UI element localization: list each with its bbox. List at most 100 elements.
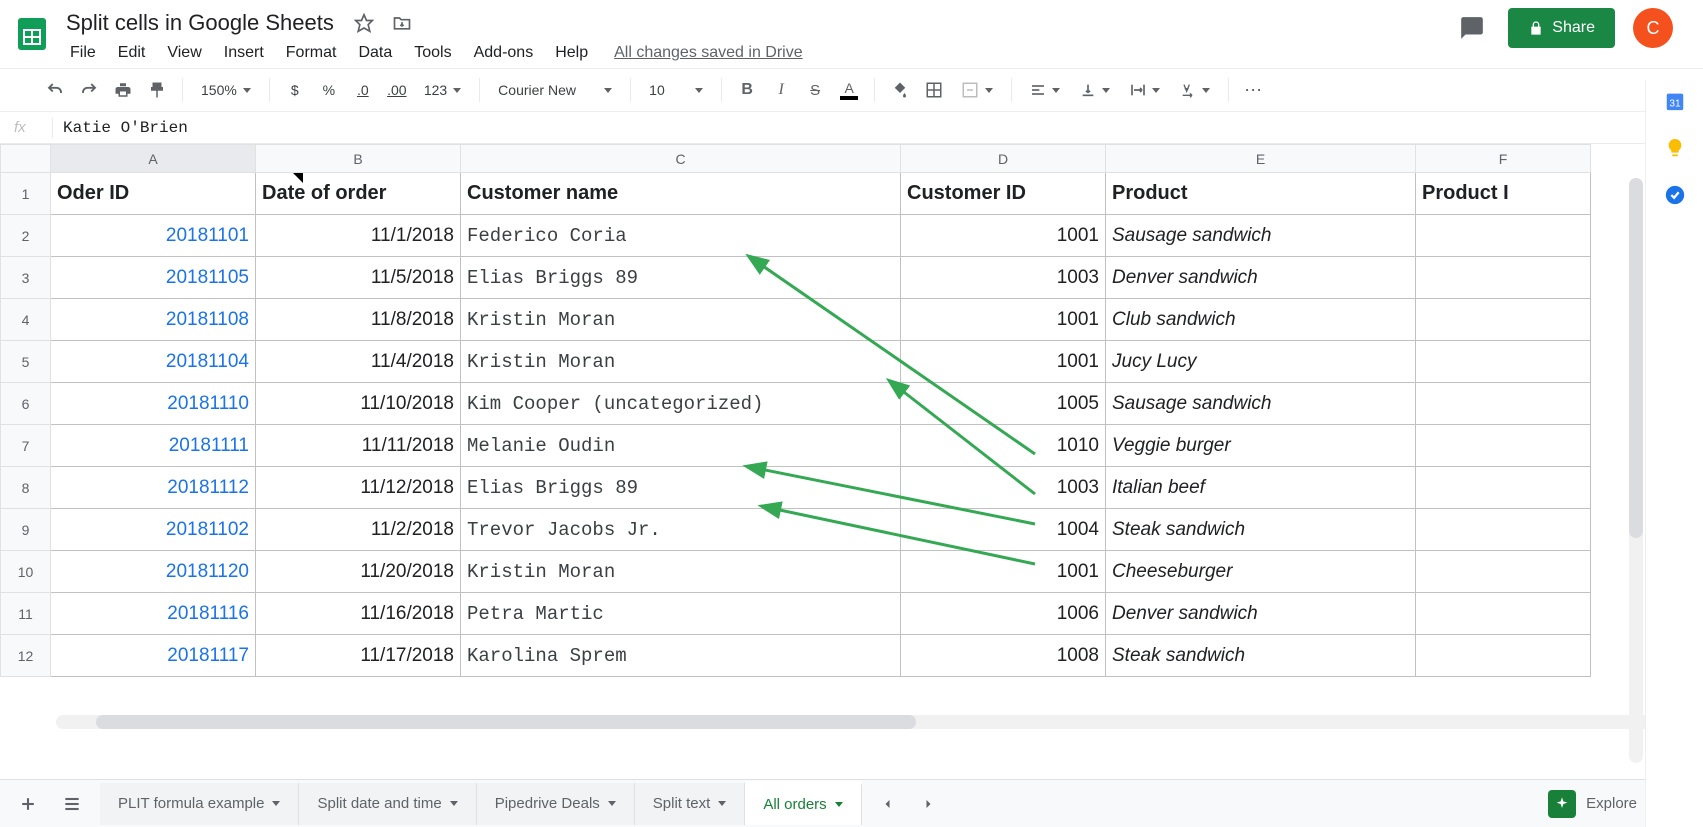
cell[interactable]: 11/4/2018: [256, 341, 461, 383]
menu-format[interactable]: Format: [276, 40, 347, 66]
column-header-C[interactable]: C: [461, 145, 901, 173]
cell[interactable]: 20181110: [51, 383, 256, 425]
cell[interactable]: Jucy Lucy: [1106, 341, 1416, 383]
tab-menu-icon[interactable]: [450, 801, 458, 806]
header-cell[interactable]: Product: [1106, 173, 1416, 215]
cell[interactable]: Cheeseburger: [1106, 551, 1416, 593]
tab-menu-icon[interactable]: [608, 801, 616, 806]
sheet-tab[interactable]: Split text: [635, 783, 746, 825]
cell[interactable]: Steak sandwich: [1106, 509, 1416, 551]
cell[interactable]: Denver sandwich: [1106, 257, 1416, 299]
row-header[interactable]: 2: [1, 215, 51, 257]
move-folder-icon[interactable]: [388, 9, 416, 37]
cell[interactable]: 1004: [901, 509, 1106, 551]
cell[interactable]: 11/5/2018: [256, 257, 461, 299]
more-toolbar-button[interactable]: ⋯: [1239, 75, 1269, 105]
comments-icon[interactable]: [1454, 10, 1490, 46]
cell[interactable]: 20181108: [51, 299, 256, 341]
percent-format-button[interactable]: %: [314, 75, 344, 105]
grid[interactable]: ABCDEF 1Oder IDDate of orderCustomer nam…: [0, 144, 1703, 779]
v-align-button[interactable]: [1072, 75, 1118, 105]
decrease-decimal-button[interactable]: .0: [348, 75, 378, 105]
cell[interactable]: [1416, 215, 1591, 257]
row-header[interactable]: 3: [1, 257, 51, 299]
menu-tools[interactable]: Tools: [404, 40, 461, 66]
cell[interactable]: Sausage sandwich: [1106, 215, 1416, 257]
cell[interactable]: [1416, 341, 1591, 383]
text-rotate-button[interactable]: [1172, 75, 1218, 105]
cell[interactable]: 1001: [901, 551, 1106, 593]
cell[interactable]: 1003: [901, 467, 1106, 509]
cell[interactable]: Kim Cooper (uncategorized): [461, 383, 901, 425]
sheet-tab[interactable]: Pipedrive Deals: [477, 783, 635, 825]
row-header[interactable]: 5: [1, 341, 51, 383]
cell[interactable]: 11/12/2018: [256, 467, 461, 509]
cell[interactable]: Trevor Jacobs Jr.: [461, 509, 901, 551]
cell[interactable]: 20181105: [51, 257, 256, 299]
menu-edit[interactable]: Edit: [108, 40, 156, 66]
italic-button[interactable]: I: [766, 75, 796, 105]
cell[interactable]: 1005: [901, 383, 1106, 425]
account-avatar[interactable]: C: [1633, 8, 1673, 48]
tab-scroll-right-icon[interactable]: [910, 786, 946, 822]
cell[interactable]: 11/16/2018: [256, 593, 461, 635]
column-header-A[interactable]: A: [51, 145, 256, 173]
row-header[interactable]: 10: [1, 551, 51, 593]
redo-icon[interactable]: [74, 75, 104, 105]
row-header[interactable]: 7: [1, 425, 51, 467]
horizontal-scrollbar[interactable]: [56, 715, 1683, 729]
print-icon[interactable]: [108, 75, 138, 105]
cell-note-indicator-icon[interactable]: [293, 173, 303, 183]
cell[interactable]: 20181116: [51, 593, 256, 635]
increase-decimal-button[interactable]: .00: [382, 75, 412, 105]
cell[interactable]: 20181104: [51, 341, 256, 383]
row-header[interactable]: 9: [1, 509, 51, 551]
currency-format-button[interactable]: $: [280, 75, 310, 105]
cell[interactable]: [1416, 299, 1591, 341]
sheet-tab[interactable]: Split date and time: [299, 783, 476, 825]
cell[interactable]: 11/10/2018: [256, 383, 461, 425]
cell[interactable]: Petra Martic: [461, 593, 901, 635]
column-header-E[interactable]: E: [1106, 145, 1416, 173]
h-align-button[interactable]: [1022, 75, 1068, 105]
cell[interactable]: 11/11/2018: [256, 425, 461, 467]
font-size-select[interactable]: 10: [641, 75, 711, 105]
tasks-addon-icon[interactable]: [1664, 184, 1686, 209]
sheets-logo-icon[interactable]: [12, 8, 52, 60]
cell[interactable]: Denver sandwich: [1106, 593, 1416, 635]
header-cell[interactable]: Oder ID: [51, 173, 256, 215]
share-button[interactable]: Share: [1508, 8, 1615, 48]
row-header[interactable]: 1: [1, 173, 51, 215]
calendar-addon-icon[interactable]: 31: [1664, 90, 1686, 115]
cell[interactable]: Sausage sandwich: [1106, 383, 1416, 425]
cell[interactable]: 11/8/2018: [256, 299, 461, 341]
cell[interactable]: 20181120: [51, 551, 256, 593]
cell[interactable]: Elias Briggs 89: [461, 257, 901, 299]
all-sheets-button[interactable]: [54, 786, 90, 822]
explore-button[interactable]: Explore: [1548, 790, 1637, 818]
zoom-select[interactable]: 150%: [193, 75, 259, 105]
cell[interactable]: 20181112: [51, 467, 256, 509]
cell[interactable]: Steak sandwich: [1106, 635, 1416, 677]
menu-view[interactable]: View: [157, 40, 211, 66]
cell[interactable]: 20181101: [51, 215, 256, 257]
number-format-select[interactable]: 123: [416, 75, 469, 105]
cell[interactable]: Federico Coria: [461, 215, 901, 257]
row-header[interactable]: 4: [1, 299, 51, 341]
tab-scroll-left-icon[interactable]: [870, 786, 906, 822]
fill-color-button[interactable]: [885, 75, 915, 105]
cell[interactable]: Italian beef: [1106, 467, 1416, 509]
star-icon[interactable]: [350, 9, 378, 37]
cell[interactable]: [1416, 593, 1591, 635]
cell[interactable]: 1001: [901, 341, 1106, 383]
header-cell[interactable]: Customer ID: [901, 173, 1106, 215]
cell[interactable]: [1416, 635, 1591, 677]
row-header[interactable]: 12: [1, 635, 51, 677]
cell[interactable]: Karolina Sprem: [461, 635, 901, 677]
cell[interactable]: 1010: [901, 425, 1106, 467]
column-header-D[interactable]: D: [901, 145, 1106, 173]
cell[interactable]: 20181117: [51, 635, 256, 677]
formula-input[interactable]: [63, 119, 1703, 137]
bold-button[interactable]: B: [732, 75, 762, 105]
tab-menu-icon[interactable]: [835, 802, 843, 807]
